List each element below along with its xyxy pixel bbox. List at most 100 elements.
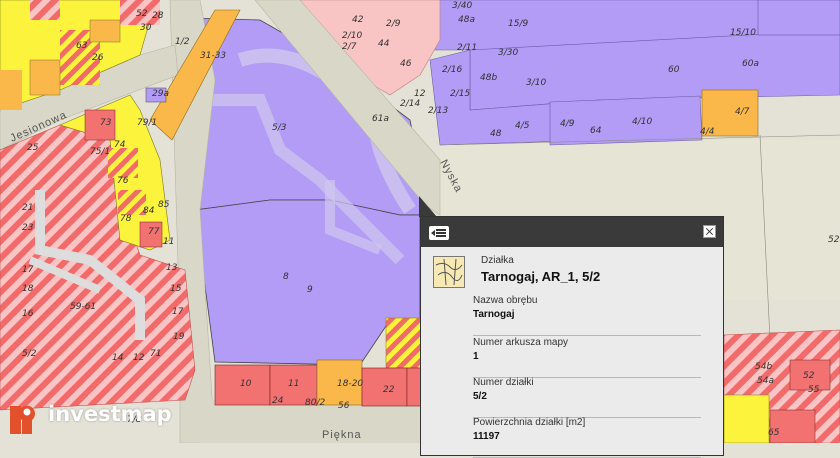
parcel-number-label: 61a <box>372 114 389 124</box>
parcel-number-label: 80/2 <box>305 398 325 408</box>
parcel-number-label: 46 <box>400 59 412 69</box>
logo-text: investmap <box>48 402 172 426</box>
parcel-number-label: 2/16 <box>442 65 462 75</box>
parcel-number-label: 63 <box>76 41 88 51</box>
parcel-number-label: 2/15 <box>450 89 470 99</box>
parcel-number-label: 26 <box>92 53 104 63</box>
parcel-number-label: 17 <box>172 307 184 317</box>
parcel-number-label: 79/1 <box>137 118 157 128</box>
parcel-number-label: 65 <box>768 428 780 438</box>
parcel-number-label: 11 <box>288 379 299 389</box>
parcel-number-label: 16 <box>22 309 34 319</box>
parcel-number-label: 2/14 <box>400 99 420 109</box>
parcel-number-label: 12 <box>414 89 426 99</box>
parcel-number-label: 2/7 <box>342 42 357 52</box>
parcel-number-label: 8 <box>283 272 289 282</box>
parcel-number-label: 2/11 <box>457 43 477 53</box>
feature-type-label: Działka <box>481 255 514 266</box>
close-icon[interactable] <box>703 225 716 238</box>
parcel-number-label: 10 <box>240 379 252 389</box>
logo-mark-icon <box>10 405 35 434</box>
parcel-number-label: 4/10 <box>632 117 652 127</box>
attribute-row: Powierzchnia działki [m2] 11197 <box>473 417 701 458</box>
attribute-row: Numer działki 5/2 <box>473 377 701 418</box>
attribute-value: 11197 <box>473 431 500 442</box>
parcel-number-label: 64 <box>590 126 602 136</box>
attribute-row: Nazwa obrębu Tarnogaj <box>473 295 701 336</box>
parcel-number-label: 52 <box>803 371 815 381</box>
parcel-number-label: 55 <box>808 385 820 395</box>
attribute-value: Tarnogaj <box>473 309 515 320</box>
parcel-number-label: 44 <box>378 39 390 49</box>
parcel-number-label: 18 <box>22 284 34 294</box>
parcel-number-label: 48b <box>480 73 497 83</box>
parcel-number-label: 85 <box>158 200 170 210</box>
attribute-label: Numer arkusza mapy <box>473 337 569 348</box>
parcel-number-label: 15/9 <box>508 19 528 29</box>
list-menu-icon[interactable] <box>429 226 449 240</box>
parcel-number-label: 75/1 <box>90 147 110 157</box>
attribute-label: Numer działki <box>473 377 534 388</box>
parcel-number-label: 71 <box>150 349 161 359</box>
parcel-number-label: 73 <box>100 118 112 128</box>
parcel-number-label: 15 <box>170 284 182 294</box>
parcel-number-label: 3/10 <box>526 78 546 88</box>
parcel-number-label: 54a <box>757 376 774 386</box>
parcel-number-label: 4/7 <box>735 107 750 117</box>
parcel-number-label: 5/2 <box>22 349 37 359</box>
parcel-number-label: 42 <box>352 15 364 25</box>
popup-pointer <box>419 196 437 217</box>
parcel-number-label: 23 <box>22 223 34 233</box>
parcel-number-label: 1/2 <box>175 37 190 47</box>
parcel-number-label: 21 <box>22 203 33 213</box>
parcel-number-label: 19 <box>173 332 185 342</box>
parcel-number-label: 17 <box>22 265 34 275</box>
parcel-number-label: 18-20 <box>337 379 363 389</box>
parcel-number-label: 31-33 <box>200 51 226 61</box>
parcel-number-label: 59-61 <box>70 302 96 312</box>
parcel-number-label: 54b <box>755 362 772 372</box>
feature-title: Tarnogaj, AR_1, 5/2 <box>481 269 601 284</box>
parcel-map-icon <box>433 256 465 288</box>
parcel-number-label: 30 <box>140 23 152 33</box>
parcel-number-label: 60a <box>742 59 759 69</box>
parcel-hatched-7[interactable] <box>385 317 423 369</box>
parcel-number-label: 78 <box>120 214 132 224</box>
parcel-number-label: 52 <box>136 9 148 19</box>
street-piekna: Piękna <box>322 429 362 441</box>
parcel-number-label: 76 <box>117 176 129 186</box>
parcel-number-label: 5/3 <box>272 123 287 133</box>
parcel-number-label: 14 <box>112 353 124 363</box>
parcel-number-label: 4/9 <box>560 119 575 129</box>
attribute-row: Numer arkusza mapy 1 <box>473 337 701 378</box>
parcel-number-label: 77 <box>148 227 160 237</box>
parcel-number-label: 12 <box>133 353 145 363</box>
parcel-number-label: 74 <box>114 140 126 150</box>
parcel-number-label: 48a <box>458 15 475 25</box>
parcel-number-label: 22 <box>383 385 395 395</box>
parcel-number-label: 9 <box>307 285 313 295</box>
parcel-number-label: 2/13 <box>428 106 448 116</box>
parcel-number-label: 29a <box>152 89 169 99</box>
attribute-label: Nazwa obrębu <box>473 295 538 306</box>
parcel-number-label: 60 <box>668 65 680 75</box>
attribute-value: 5/2 <box>473 391 487 402</box>
parcel-number-label: 2/9 <box>386 19 401 29</box>
attribute-label: Powierzchnia działki [m2] <box>473 417 586 428</box>
parcel-number-label: 28 <box>152 11 164 21</box>
attribute-value: 1 <box>473 351 479 362</box>
parcel-number-label: 24 <box>272 396 284 406</box>
parcel-number-label: 48 <box>490 129 502 139</box>
parcel-number-label: 4/4 <box>700 127 715 137</box>
parcel-number-label: 4/5 <box>515 121 530 131</box>
parcel-number-label: 15/10 <box>730 28 756 38</box>
parcel-number-label: 3/40 <box>452 1 472 11</box>
parcel-number-label: 13 <box>166 263 178 273</box>
parcel-number-label: 56 <box>338 401 350 411</box>
popup-header <box>421 217 723 247</box>
parcel-number-label: 3/30 <box>498 48 518 58</box>
parcel-number-label: 11 <box>163 237 174 247</box>
feature-info-popup: Działka Tarnogaj, AR_1, 5/2 Nazwa obrębu… <box>420 216 724 458</box>
parcel-number-label: 52a <box>828 235 840 245</box>
parcel-number-label: 2/10 <box>342 31 362 41</box>
